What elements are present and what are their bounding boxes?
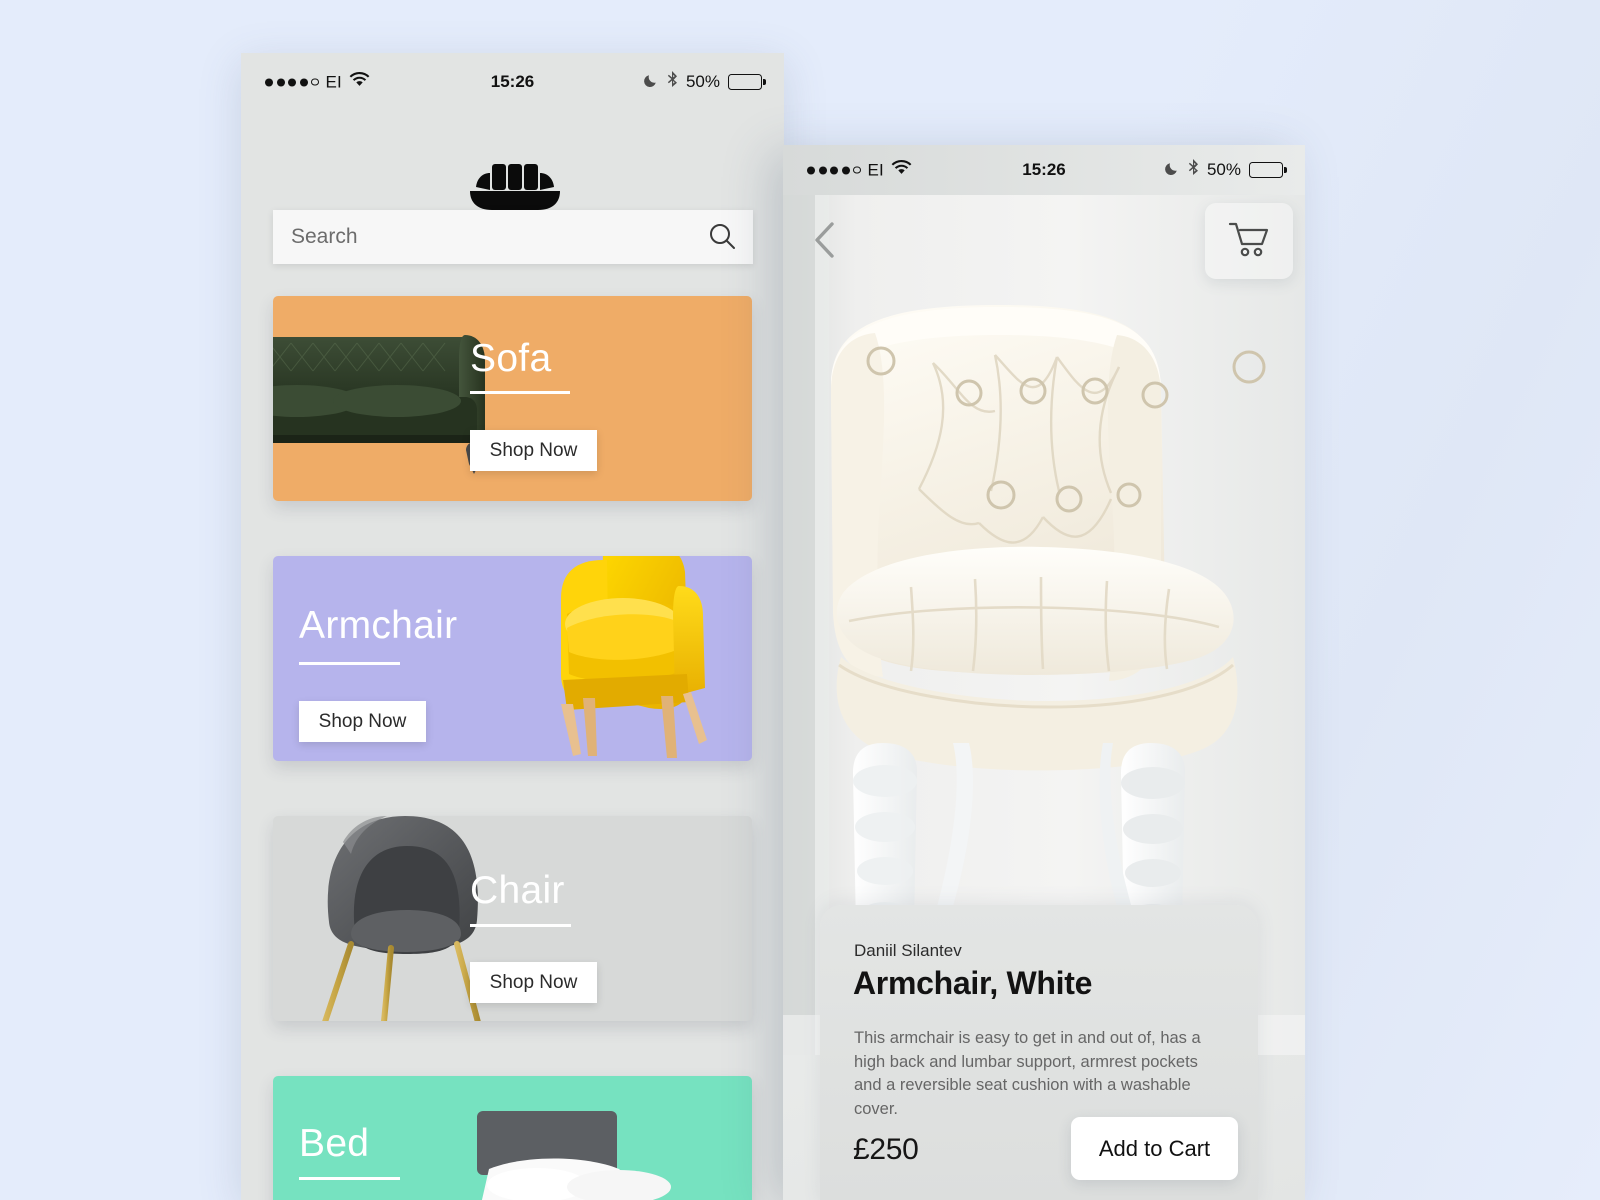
add-to-cart-button[interactable]: Add to Cart [1071,1117,1238,1180]
category-title-chair: Chair [470,869,565,912]
status-bar-home: EI 15:26 50% [241,53,784,111]
category-underline-armchair [299,662,400,665]
shopping-cart-icon [1228,220,1270,263]
chair-card-inner: Chair Shop Now [273,816,752,1021]
search-icon [707,221,737,254]
search-input[interactable] [273,210,691,264]
carrier-label: EI [867,160,884,179]
carrier-label: EI [325,72,342,91]
bluetooth-icon [1188,159,1199,181]
cart-button[interactable] [1205,203,1293,279]
shop-now-button-armchair[interactable]: Shop Now [299,701,426,742]
clock-label: 15:26 [490,72,535,91]
moon-icon [1164,160,1180,181]
bluetooth-icon [667,71,678,93]
back-chevron-icon [812,220,838,263]
status-bar-detail: EI 15:26 50% [783,145,1305,195]
shop-now-button-chair[interactable]: Shop Now [470,962,597,1003]
product-price: £250 [853,1133,919,1166]
bed-product-image [477,1111,671,1200]
armchair-product-image [561,556,707,758]
category-title-bed: Bed [299,1122,370,1165]
battery-icon [1249,162,1283,178]
category-underline-chair [470,924,571,927]
category-underline-sofa [470,391,570,394]
category-card-list: Sofa Shop Now Armchair Shop Now Chair Sh… [241,296,784,1200]
product-description: This armchair is easy to get in and out … [854,1029,1201,1118]
product-info-card: Daniil Silantev Armchair, White This arm… [820,905,1258,1200]
category-underline-bed [299,1177,400,1180]
wifi-icon [891,159,912,181]
armchair-card-inner: Armchair Shop Now [273,556,752,761]
battery-percent-label: 50% [685,72,720,91]
category-title-armchair: Armchair [299,604,458,647]
search-button[interactable] [691,210,753,264]
back-button[interactable] [801,217,849,265]
search-bar[interactable] [273,210,753,264]
wifi-icon [349,71,370,93]
category-card-sofa[interactable]: Sofa Shop Now [273,296,752,501]
signal-strength-icon [807,166,861,174]
category-card-chair[interactable]: Chair Shop Now [273,816,752,1021]
sofa-card-inner: Sofa Shop Now [273,296,752,501]
detail-status-bar-right: 50% [1164,159,1283,181]
product-author: Daniil Silantev [854,941,962,960]
battery-icon [728,74,762,90]
status-bar-right: 50% [643,71,762,93]
bed-card-inner: Bed Shop Now [273,1076,752,1200]
moon-icon [643,72,659,93]
signal-strength-icon [265,78,319,86]
detail-status-bar-left: EI [807,159,912,181]
category-title-sofa: Sofa [470,337,552,380]
phone-home-screen: EI 15:26 50% Search Sofa Shop Now Armcha… [241,53,784,1200]
clock-label: 15:26 [1022,160,1066,179]
battery-percent-label: 50% [1206,160,1241,179]
category-card-armchair[interactable]: Armchair Shop Now [273,556,752,761]
product-title: Armchair, White [853,965,1093,1001]
shop-now-button-sofa[interactable]: Shop Now [470,430,597,471]
category-card-bed[interactable]: Bed Shop Now [273,1076,752,1200]
status-bar-left: EI [265,71,370,93]
phone-detail-screen: EI 15:26 50% Daniil Silantev Armchair, W… [783,145,1305,1200]
